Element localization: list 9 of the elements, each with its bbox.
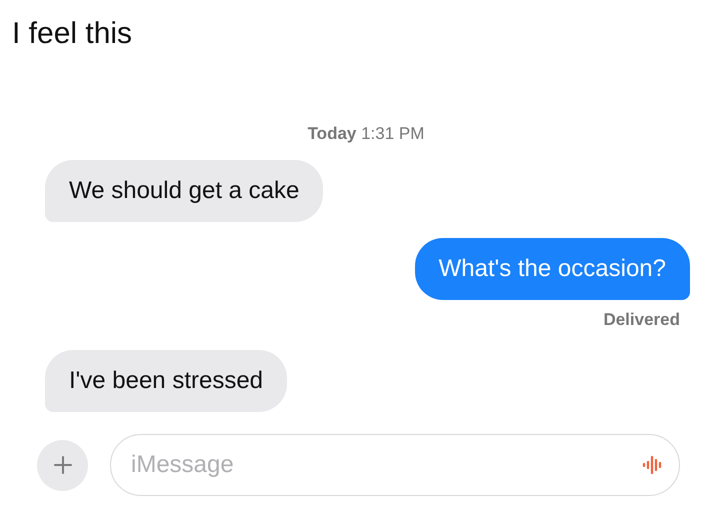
voice-waveform-icon[interactable] bbox=[642, 454, 664, 476]
timestamp: Today 1:31 PM bbox=[306, 124, 424, 144]
sent-message-bubble: What's the occasion? bbox=[414, 238, 690, 300]
message-input-field[interactable]: iMessage bbox=[110, 434, 680, 496]
caption-text: I feel this bbox=[12, 16, 132, 52]
received-message-bubble: I've been stressed bbox=[45, 350, 288, 412]
received-message-bubble: We should get a cake bbox=[45, 160, 324, 222]
delivery-status: Delivered bbox=[603, 310, 680, 330]
plus-icon bbox=[52, 455, 72, 475]
